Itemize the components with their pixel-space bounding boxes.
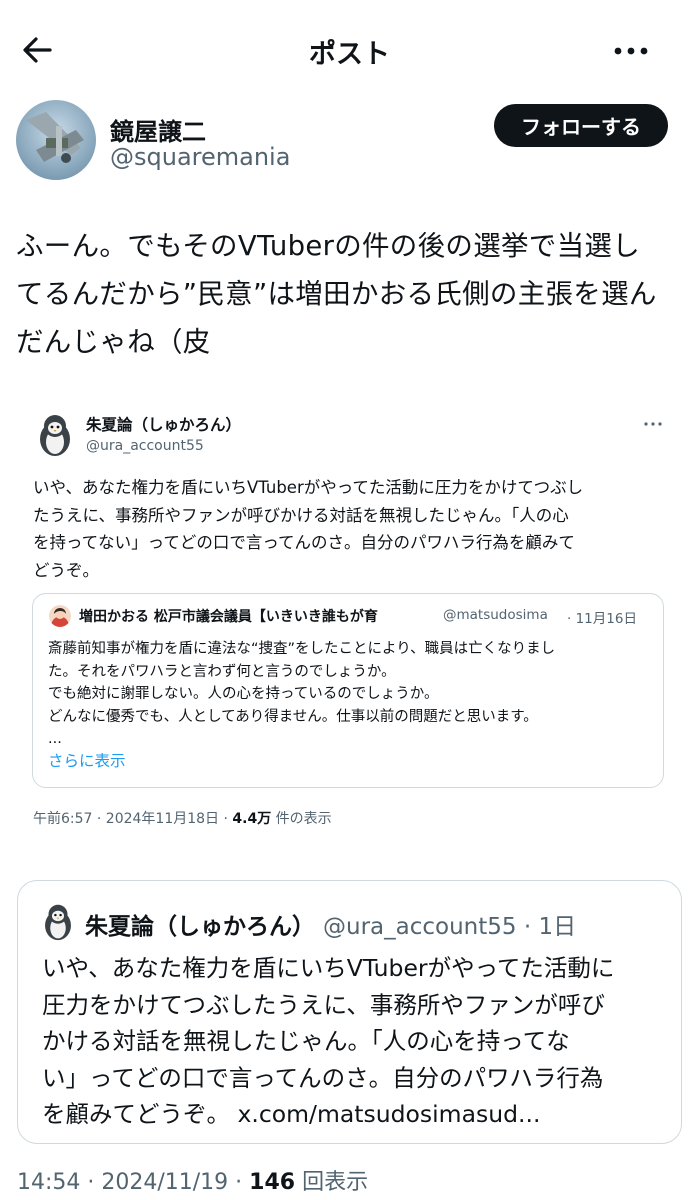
quote-text-line: かける対話を無視したじゃん。「人の心を持ってな (42, 1027, 570, 1055)
penguin-avatar (42, 903, 74, 941)
screenshot-quoted-post: 増田かおる 松戸市議会議員【いきいき誰もが育 @matsudosima · 11… (32, 593, 664, 788)
avatar (49, 605, 71, 627)
screenshot-author-name: 朱夏論（しゅかろん） (86, 416, 242, 434)
quote-text-line: 圧力をかけてつぶしたうえに、事務所やファンが呼び (42, 990, 605, 1019)
quoted-text-line: た。それをパワハラと言わず何と言うのでしょうか。 (48, 663, 396, 680)
screenshot-meta-views-count: 4.4万 (232, 811, 272, 827)
follow-button[interactable]: フォローする (494, 104, 668, 147)
quoted-author-handle: @matsudosima (443, 607, 548, 623)
screenshot-text-line: たうえに、事務所やファンが呼びかける対話を無視したじゃん。「人の心 (33, 505, 569, 525)
author-handle[interactable]: @squaremania (110, 143, 290, 171)
post-text: ふーん。でもそのVTuberの件の後の選挙で当選し てるんだから”民意”は増田か… (16, 222, 686, 366)
quoted-post-text: 斎藤前知事が権力を盾に違法な“捜査”をしたことにより、職員は亡くなりまし た。そ… (48, 638, 653, 728)
author-name[interactable]: 鏡屋譲二 (110, 112, 206, 147)
screenshot-post-meta: 午前6:57 · 2024年11月18日 · 4.4万 件の表示 (33, 808, 332, 828)
quoted-text-line: 斎藤前知事が権力を盾に違法な“捜査”をしたことにより、職員は亡くなりまし (48, 641, 556, 657)
quote-text-line: い」ってどの口で言ってんのさ。自分のパワハラ行為 (42, 1063, 604, 1092)
more-dots-icon (643, 414, 663, 426)
screenshot-text-line: どうぞ。 (33, 560, 99, 580)
quoted-text-line: どんなに優秀でも、人としてあり得ません。仕事以前の問題だと思います。 (48, 708, 538, 725)
screenshot-post-text: いや、あなた権力を盾にいちVTuberがやってた活動に圧力をかけてつぶし たうえ… (33, 474, 673, 584)
screenshot-text-line: を持ってない」ってどの口で言ってんのさ。自分のパワハラ行為を顧みて (33, 533, 575, 552)
quoted-author-name: 増田かおる 松戸市議会議員【いきいき誰もが育 (79, 609, 378, 625)
post-meta: 14:54 · 2024/11/19 · 146 回表示 (17, 1164, 368, 1196)
quoted-post-date: · 11月16日 (567, 611, 637, 627)
post-text-line: ふーん。でもそのVTuberの件の後の選挙で当選し (16, 230, 640, 262)
quote-text-line: いや、あなた権力を盾にいちVTuberがやってた活動に (42, 954, 615, 982)
screenshot-meta-time: 午前6:57 · 2024年11月18日 · (33, 811, 233, 827)
quoted-post-card[interactable]: 朱夏論（しゅかろん） @ura_account55 · 1日 いや、あなた権力を… (17, 880, 682, 1144)
screenshot-meta-views-label: 件の表示 (271, 811, 332, 827)
page-title: ポスト (309, 39, 390, 70)
screenshot-text-line: いや、あなた権力を盾にいちVTuberがやってた活動に圧力をかけてつぶし (33, 478, 584, 497)
post-author: 鏡屋譲二 @squaremania フォローする (16, 100, 684, 184)
post-text-line: てるんだから”民意”は増田かおる氏側の主張を選ん (16, 278, 657, 310)
top-bar: ポスト (0, 0, 699, 100)
attached-screenshot[interactable]: 朱夏論（しゅかろん） @ura_account55 いや、あなた権力を盾にいちV… (16, 394, 684, 844)
penguin-avatar (37, 413, 73, 457)
screenshot-author-handle: @ura_account55 (86, 438, 204, 454)
quote-text-line: を顧みてどうぞ。 x.com/matsudosimasud... (42, 1096, 670, 1133)
views-count[interactable]: 146 (249, 1170, 295, 1195)
post-text-line: だんじゃね（皮 (16, 326, 211, 358)
more-dots-icon[interactable] (612, 32, 652, 72)
quote-author-name: 朱夏論（しゅかろん） (85, 914, 315, 940)
quote-author-handle: @ura_account55 · 1日 (323, 914, 577, 940)
quote-link[interactable]: x.com/matsudosimasud... (237, 1100, 540, 1128)
views-label: 回表示 (295, 1170, 369, 1195)
quote-text: いや、あなた権力を盾にいちVTuberがやってた活動に 圧力をかけてつぶしたうえ… (42, 950, 670, 1133)
show-more-link: さらに表示 (48, 752, 126, 770)
post-time: 14:54 · 2024/11/19 · (17, 1170, 250, 1195)
quoted-ellipsis: ... (48, 731, 62, 747)
quoted-text-line: でも絶対に謝罪しない。人の心を持っているのでしょうか。 (48, 686, 439, 702)
quote-text-segment: を顧みてどうぞ。 (42, 1100, 238, 1128)
avatar[interactable] (16, 100, 96, 180)
